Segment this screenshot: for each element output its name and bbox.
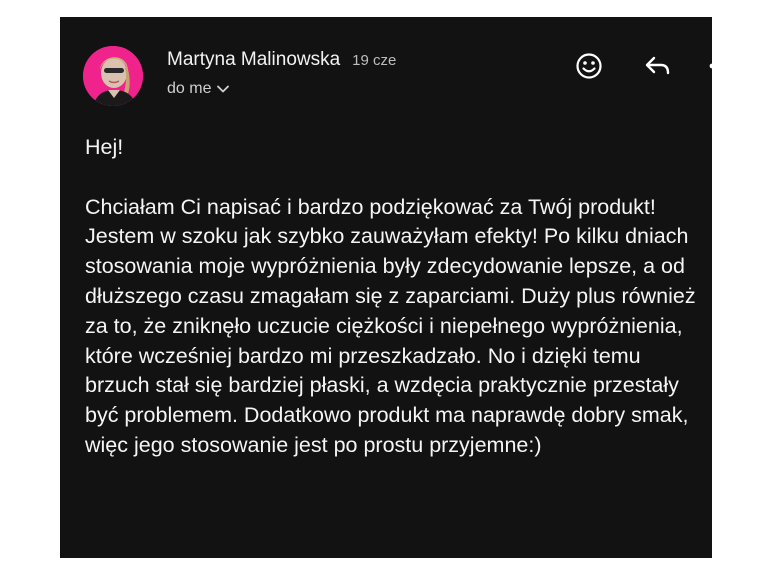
reply-arrow-icon (645, 56, 670, 75)
avatar-photo (83, 46, 143, 106)
more-horizontal-icon (709, 63, 712, 69)
message-paragraph: Jestem w szoku jak szybko zauważyłam efe… (85, 224, 696, 457)
chevron-down-icon (217, 80, 230, 98)
sender-row: Martyna Malinowska 19 cze (167, 49, 396, 71)
sender-avatar[interactable] (83, 46, 143, 106)
message-body: Hej! Chciałam Ci napisać i bardzo podzię… (85, 133, 705, 461)
message-date: 19 cze (352, 52, 397, 69)
message-paragraph: Chciałam Ci napisać i bardzo podziękować… (85, 194, 656, 219)
reply-button[interactable] (642, 51, 672, 81)
message-actions (512, 51, 712, 81)
email-message-card: Martyna Malinowska 19 cze do me Hej! Chc… (60, 17, 712, 558)
recipient-details-toggle[interactable]: do me (167, 80, 230, 98)
recipient-label: do me (167, 80, 212, 97)
smiley-icon (576, 53, 602, 79)
add-reaction-button[interactable] (574, 51, 604, 81)
message-greeting: Hej! (85, 135, 124, 159)
more-options-button[interactable] (707, 51, 712, 81)
sender-name[interactable]: Martyna Malinowska (167, 49, 340, 71)
